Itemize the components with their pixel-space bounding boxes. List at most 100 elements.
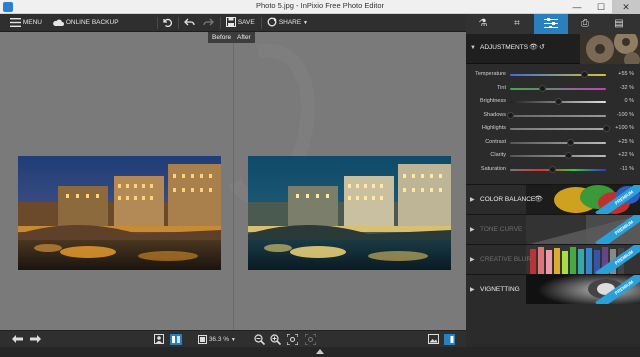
close-button[interactable]: ✕: [612, 0, 640, 14]
section-label: COLOR BALANCE: [480, 196, 536, 203]
slider-track[interactable]: [510, 168, 606, 171]
after-label[interactable]: After: [233, 32, 255, 43]
zoom-in-button[interactable]: [270, 331, 282, 348]
section-label: CREATIVE BLUR: [480, 256, 532, 263]
zoom-out-button[interactable]: [254, 331, 266, 348]
slider-highlights[interactable]: Highlights +100 %: [466, 122, 640, 135]
zoom-value: 36.3 %: [208, 336, 230, 343]
slider-knob[interactable]: [549, 165, 557, 173]
actual-size-icon: [304, 333, 317, 346]
undo-all-button[interactable]: [162, 14, 172, 32]
slider-label: Temperature: [475, 71, 506, 77]
section-color-balance[interactable]: ▶ COLOR BALANCE 👁 PREMIUM: [466, 184, 640, 214]
section-label: VIGNETTING: [480, 286, 520, 293]
caret-right-icon: ▶: [470, 257, 475, 263]
reset-icon[interactable]: ↺: [539, 43, 545, 51]
slider-track[interactable]: [510, 141, 606, 144]
share-icon: [267, 17, 277, 27]
title-bar: Photo 5.jpg - InPixio Free Photo Editor …: [0, 0, 640, 14]
slider-label: Highlights: [481, 125, 506, 131]
slider-shadows[interactable]: Shadows -100 %: [466, 109, 640, 122]
tab-export[interactable]: ⎙: [568, 14, 602, 34]
slider-label: Saturation: [480, 165, 506, 172]
slider-brightness[interactable]: Brightness 0 %: [466, 95, 640, 108]
single-view-button[interactable]: [154, 331, 164, 348]
slider-clarity[interactable]: Clarity +22 %: [466, 149, 640, 162]
compare-divider[interactable]: [233, 32, 234, 330]
slider-track[interactable]: [510, 155, 606, 157]
main-toolbar: MENU ONLINE BACKUP SAVE SHARE ▼: [0, 14, 466, 32]
minimize-button[interactable]: —: [566, 0, 588, 14]
image-canvas[interactable]: [0, 32, 466, 330]
layers-icon: ▤: [614, 18, 624, 29]
section-label: TONE CURVE: [480, 226, 523, 233]
adjustments-panel: ▼ ADJUSTMENTS 👁 ↺ Temperature +55 % Tint…: [466, 34, 640, 347]
slider-saturation[interactable]: Saturation -11 %: [466, 163, 640, 176]
slider-knob[interactable]: [565, 152, 573, 159]
slider-value: +100 %: [615, 125, 634, 131]
actual-size-button[interactable]: [304, 331, 317, 348]
expand-film-strip-icon[interactable]: [316, 349, 324, 354]
adjustments-title: ADJUSTMENTS: [480, 44, 529, 51]
slider-track[interactable]: [510, 128, 606, 130]
previous-image-button[interactable]: [12, 331, 23, 348]
slider-tint[interactable]: Tint -32 %: [466, 82, 640, 95]
slider-temperature[interactable]: Temperature +55 %: [466, 68, 640, 81]
tab-layers[interactable]: ▤: [602, 14, 636, 34]
maximize-button[interactable]: ☐: [590, 0, 612, 14]
before-label[interactable]: Before: [208, 32, 236, 43]
slider-contrast[interactable]: Contrast +25 %: [466, 136, 640, 149]
revert-icon: [163, 18, 172, 27]
redo-icon: [203, 18, 214, 26]
slider-label: Shadows: [483, 111, 506, 118]
crop-icon: ⌗: [514, 18, 520, 29]
slider-knob[interactable]: [566, 138, 574, 146]
chevron-down-icon: ▼: [303, 20, 308, 26]
slider-knob[interactable]: [580, 71, 588, 78]
section-vignetting[interactable]: ▶ VIGNETTING PREMIUM: [466, 274, 640, 304]
menu-button[interactable]: MENU: [10, 14, 42, 32]
gears-image: [580, 34, 640, 64]
fit-window-button[interactable]: [286, 331, 299, 348]
toolbar-divider: [157, 17, 158, 29]
slider-track[interactable]: [510, 114, 606, 117]
tab-adjustments[interactable]: [534, 14, 568, 34]
tab-crop[interactable]: ⌗: [500, 14, 534, 34]
eye-icon[interactable]: 👁: [529, 43, 538, 51]
slider-label: Brightness: [480, 98, 506, 104]
undo-button[interactable]: [184, 14, 195, 32]
sliders-icon: [544, 18, 558, 29]
section-tone-curve[interactable]: ▶ TONE CURVE PREMIUM: [466, 214, 640, 244]
slider-value: +55 %: [618, 71, 634, 77]
save-label: SAVE: [237, 19, 255, 26]
slider-label: Clarity: [490, 152, 506, 158]
eye-icon[interactable]: 👁: [534, 195, 543, 203]
online-backup-button[interactable]: ONLINE BACKUP: [52, 14, 119, 32]
redo-button[interactable]: [203, 14, 214, 32]
slider-knob[interactable]: [506, 111, 514, 119]
slider-knob[interactable]: [539, 84, 547, 92]
zoom-level[interactable]: 36.3 % ▼: [198, 331, 236, 348]
window-title: Photo 5.jpg - InPixio Free Photo Editor: [256, 1, 384, 10]
slider-label: Tint: [497, 84, 506, 91]
panel-toggle-button[interactable]: [444, 331, 455, 348]
next-image-button[interactable]: [30, 331, 41, 348]
tab-effects[interactable]: ⚗: [466, 14, 500, 34]
adjustments-header[interactable]: ▼ ADJUSTMENTS 👁 ↺: [466, 34, 640, 64]
section-creative-blur[interactable]: ▶ CREATIVE BLUR PREMIUM: [466, 244, 640, 274]
save-button[interactable]: SAVE: [226, 14, 255, 32]
arrow-left-icon: [12, 335, 23, 344]
slider-track[interactable]: [510, 74, 606, 76]
toolbar-divider: [178, 17, 179, 29]
fit-window-icon: [286, 333, 299, 346]
online-backup-label: ONLINE BACKUP: [65, 19, 119, 26]
split-view-button[interactable]: [170, 331, 182, 348]
share-button[interactable]: SHARE ▼: [267, 14, 308, 32]
chevron-down-icon: ▼: [230, 337, 236, 343]
fullscreen-button[interactable]: [428, 331, 439, 348]
slider-track[interactable]: [510, 87, 606, 90]
slider-knob[interactable]: [554, 98, 562, 105]
arrow-right-icon: [30, 335, 41, 344]
zoom-out-icon: [254, 334, 266, 345]
after-photo: [248, 156, 451, 270]
